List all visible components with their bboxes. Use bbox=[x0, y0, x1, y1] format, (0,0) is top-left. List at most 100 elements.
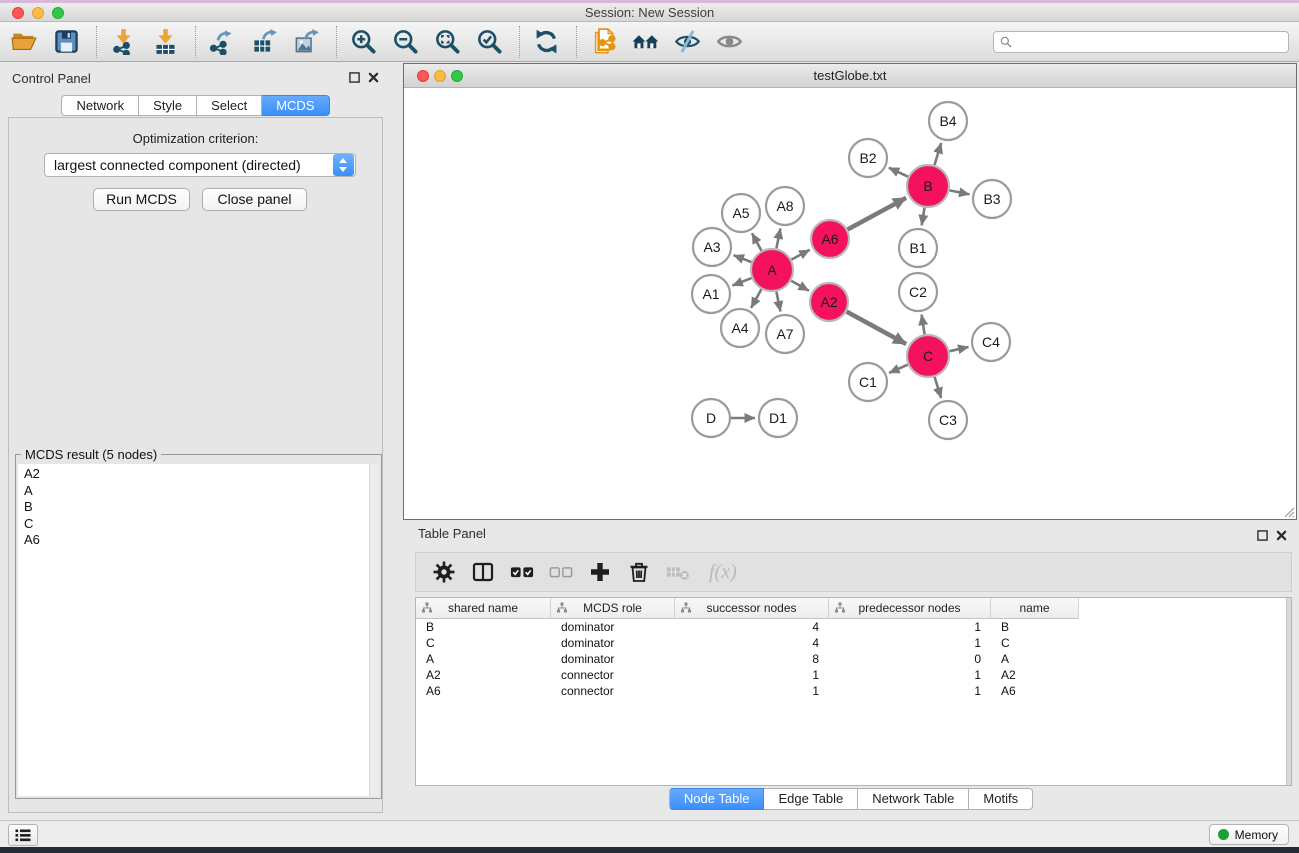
search-box[interactable] bbox=[993, 31, 1289, 53]
node-A8[interactable]: A8 bbox=[766, 187, 804, 225]
close-window-button[interactable] bbox=[12, 7, 24, 19]
import-table-icon[interactable] bbox=[149, 26, 181, 58]
network-minimize-button[interactable] bbox=[434, 70, 446, 82]
save-session-icon[interactable] bbox=[50, 26, 82, 58]
search-input[interactable] bbox=[1013, 33, 1288, 51]
zoom-out-icon[interactable] bbox=[389, 26, 421, 58]
node-A5[interactable]: A5 bbox=[722, 194, 760, 232]
column-header-mcds-role[interactable]: MCDS role bbox=[551, 598, 675, 619]
status-bar: Memory bbox=[0, 820, 1299, 847]
node-C1[interactable]: C1 bbox=[849, 363, 887, 401]
split-panel-icon[interactable] bbox=[469, 558, 497, 586]
network-canvas[interactable]: A5A8 A3 A1A4A7 A A6 A2 B B2 B4 B3 B1 C2 C C4 C1 C3 D D1 bbox=[404, 88, 1296, 519]
table-panel: Table Panel f(x) shared nameMCDS rolesuc… bbox=[403, 520, 1299, 820]
tab-network-table[interactable]: Network Table bbox=[858, 788, 969, 810]
table-scrollbar[interactable] bbox=[1286, 598, 1291, 785]
table-cell: C bbox=[991, 635, 1079, 651]
show-panels-button[interactable] bbox=[8, 824, 38, 846]
zoom-selected-icon[interactable] bbox=[473, 26, 505, 58]
network-from-file-icon[interactable] bbox=[587, 26, 619, 58]
mcds-result-item[interactable]: C bbox=[24, 516, 369, 533]
mcds-result-item[interactable]: A6 bbox=[24, 532, 369, 549]
mcds-result-item[interactable]: A2 bbox=[24, 466, 369, 483]
node-A2[interactable]: A2 bbox=[810, 283, 848, 321]
node-D1[interactable]: D1 bbox=[759, 399, 797, 437]
node-C[interactable]: C bbox=[907, 335, 949, 377]
column-header-predecessor-nodes[interactable]: predecessor nodes bbox=[829, 598, 991, 619]
tab-mcds[interactable]: MCDS bbox=[262, 95, 329, 116]
node-A4[interactable]: A4 bbox=[721, 309, 759, 347]
edge-B-B3 bbox=[950, 190, 970, 194]
edge-B-B1 bbox=[922, 208, 925, 226]
memory-button[interactable]: Memory bbox=[1209, 824, 1289, 845]
node-B2[interactable]: B2 bbox=[849, 139, 887, 177]
close-table-panel-icon[interactable] bbox=[1276, 530, 1287, 541]
close-panel-icon[interactable] bbox=[368, 72, 379, 83]
node-C4[interactable]: C4 bbox=[972, 323, 1010, 361]
node-B4[interactable]: B4 bbox=[929, 102, 967, 140]
float-table-panel-icon[interactable] bbox=[1257, 530, 1268, 541]
export-table-icon[interactable] bbox=[248, 26, 280, 58]
apply-layout-icon[interactable] bbox=[530, 26, 562, 58]
tab-select[interactable]: Select bbox=[197, 95, 262, 116]
import-network-icon[interactable] bbox=[107, 26, 139, 58]
mcds-result-item[interactable]: B bbox=[24, 499, 369, 516]
table-row[interactable]: Cdominator41C bbox=[416, 635, 1291, 651]
svg-text:B: B bbox=[923, 178, 932, 194]
node-A3[interactable]: A3 bbox=[693, 228, 731, 266]
tab-motifs[interactable]: Motifs bbox=[969, 788, 1033, 810]
function-builder-icon[interactable]: f(x) bbox=[709, 561, 737, 584]
tab-network[interactable]: Network bbox=[61, 95, 139, 116]
column-header-name[interactable]: name bbox=[991, 598, 1079, 619]
node-B[interactable]: B bbox=[907, 165, 949, 207]
close-panel-button[interactable]: Close panel bbox=[202, 188, 307, 211]
tab-node-table[interactable]: Node Table bbox=[669, 788, 765, 810]
node-A7[interactable]: A7 bbox=[766, 315, 804, 353]
mcds-result-scrollbar[interactable] bbox=[369, 464, 379, 796]
table-cell: A2 bbox=[416, 667, 551, 683]
criterion-select[interactable]: largest connected component (directed) bbox=[44, 153, 356, 177]
home-icon[interactable] bbox=[629, 26, 661, 58]
node-B3[interactable]: B3 bbox=[973, 180, 1011, 218]
mcds-result-item[interactable]: A bbox=[24, 483, 369, 500]
tab-style[interactable]: Style bbox=[139, 95, 197, 116]
node-C3[interactable]: C3 bbox=[929, 401, 967, 439]
network-maximize-button[interactable] bbox=[451, 70, 463, 82]
export-network-icon[interactable] bbox=[206, 26, 238, 58]
show-graphics-details-icon[interactable] bbox=[713, 26, 745, 58]
column-header-successor-nodes[interactable]: successor nodes bbox=[675, 598, 829, 619]
delete-column-icon[interactable] bbox=[625, 558, 653, 586]
hide-graphics-details-icon[interactable] bbox=[671, 26, 703, 58]
table-row[interactable]: A2connector11A2 bbox=[416, 667, 1291, 683]
node-A6[interactable]: A6 bbox=[811, 220, 849, 258]
node-A[interactable]: A bbox=[751, 249, 793, 291]
zoom-in-icon[interactable] bbox=[347, 26, 379, 58]
mcds-tab-content: Optimization criterion: largest connecte… bbox=[8, 117, 383, 813]
table-cell: 1 bbox=[675, 683, 829, 699]
float-panel-icon[interactable] bbox=[349, 72, 360, 83]
node-A1[interactable]: A1 bbox=[692, 275, 730, 313]
deselect-all-icon[interactable] bbox=[547, 558, 575, 586]
node-C2[interactable]: C2 bbox=[899, 273, 937, 311]
resize-grip-icon[interactable] bbox=[1281, 504, 1295, 518]
export-image-icon[interactable] bbox=[290, 26, 322, 58]
delete-table-icon[interactable] bbox=[664, 558, 692, 586]
tab-edge-table[interactable]: Edge Table bbox=[764, 788, 858, 810]
run-mcds-button[interactable]: Run MCDS bbox=[93, 188, 190, 211]
select-all-icon[interactable] bbox=[508, 558, 536, 586]
edge-A-A8 bbox=[776, 229, 780, 249]
svg-text:C1: C1 bbox=[859, 374, 877, 390]
node-B1[interactable]: B1 bbox=[899, 229, 937, 267]
table-settings-icon[interactable] bbox=[430, 558, 458, 586]
table-row[interactable]: A6connector11A6 bbox=[416, 683, 1291, 699]
table-row[interactable]: Bdominator41B bbox=[416, 619, 1291, 635]
network-close-button[interactable] bbox=[417, 70, 429, 82]
maximize-window-button[interactable] bbox=[52, 7, 64, 19]
minimize-window-button[interactable] bbox=[32, 7, 44, 19]
zoom-fit-icon[interactable] bbox=[431, 26, 463, 58]
open-file-icon[interactable] bbox=[8, 26, 40, 58]
table-row[interactable]: Adominator80A bbox=[416, 651, 1291, 667]
add-column-icon[interactable] bbox=[586, 558, 614, 586]
node-D[interactable]: D bbox=[692, 399, 730, 437]
column-header-shared-name[interactable]: shared name bbox=[416, 598, 551, 619]
